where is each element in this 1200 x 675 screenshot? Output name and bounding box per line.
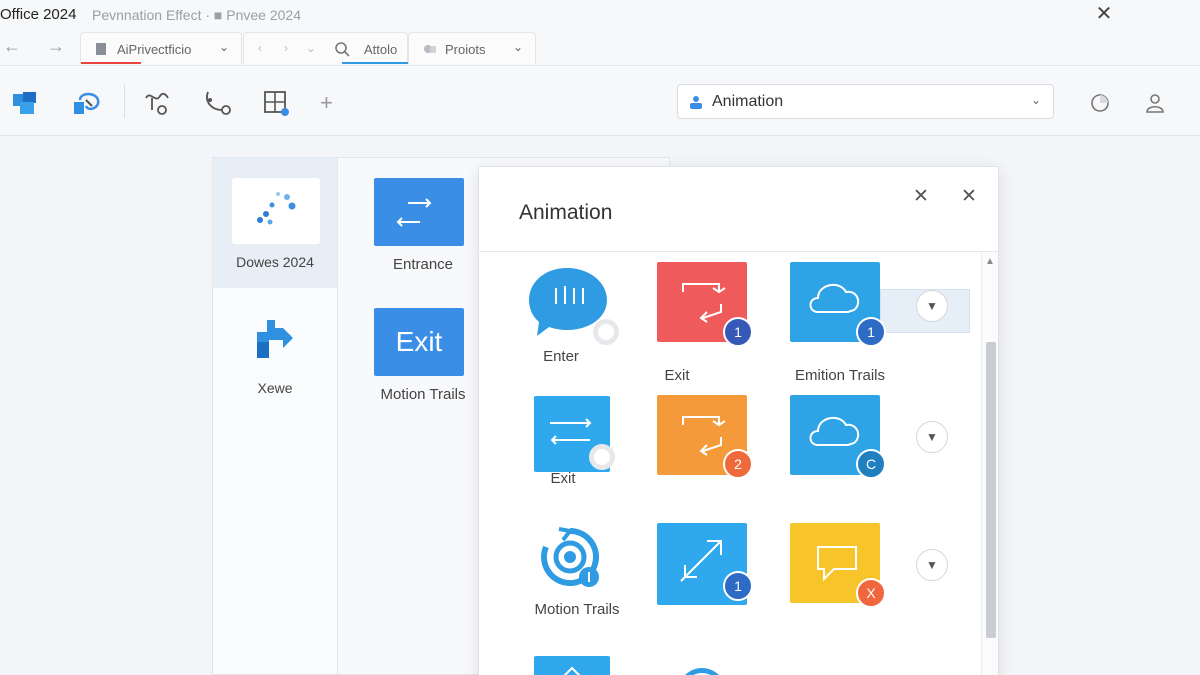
exit-effect-tile[interactable]: Exit	[374, 308, 464, 376]
chevron-right-icon[interactable]: ›	[284, 41, 288, 55]
arrow-right-icon[interactable]: →	[46, 36, 66, 57]
path-icon[interactable]	[142, 88, 172, 118]
tab-document[interactable]: AiPrivectficio ⌄	[80, 32, 242, 64]
target-icon[interactable]	[537, 523, 603, 593]
dialog-scrollbar[interactable]: ▲	[981, 252, 998, 675]
slide-thumbnails-panel: Dowes 2024 Xewe	[212, 157, 338, 675]
scroll-thumb[interactable]	[986, 342, 996, 638]
tab-label: Attolo	[364, 42, 398, 57]
animation-label: Emition Trails	[794, 367, 886, 384]
timer-icon[interactable]	[1089, 92, 1111, 114]
active-tab-indicator	[81, 62, 141, 64]
chevron-down-icon[interactable]: ⌄	[513, 40, 523, 54]
circle-icon[interactable]	[677, 658, 727, 675]
count-badge: 1	[723, 571, 753, 601]
effect-label: Entrance	[392, 256, 454, 273]
shape-arrow-icon	[257, 320, 293, 358]
title-bar: Office 2024 Pevnnation Effect · ■ Pnvee …	[0, 0, 1200, 30]
person-icon	[690, 96, 702, 109]
shape-icon	[424, 45, 436, 53]
animation-tile[interactable]	[534, 656, 610, 675]
close-icon[interactable]: ✕	[911, 187, 931, 207]
expand-row-button[interactable]: ▼	[916, 290, 948, 322]
active-tab-indicator	[342, 62, 408, 64]
tab-projects[interactable]: Proiots ⌄	[408, 32, 536, 64]
ring-badge-icon	[589, 444, 615, 470]
slide-thumbnail-image	[232, 178, 320, 244]
slide-thumbnail-active[interactable]: Dowes 2024	[213, 158, 337, 288]
tab-label: AiPrivectficio	[117, 42, 192, 57]
animation-label: Enter	[543, 348, 579, 365]
close-icon[interactable]: ✕	[959, 187, 979, 207]
count-badge: 1	[856, 317, 886, 347]
expand-row-button[interactable]: ▼	[916, 421, 948, 453]
chevron-down-icon[interactable]: ⌄	[306, 41, 316, 55]
slide-label: Dowes 2024	[236, 254, 314, 270]
toolbar-separator	[124, 84, 125, 118]
animation-select[interactable]: Animation ⌄	[677, 84, 1054, 119]
search-icon	[335, 42, 350, 57]
exit-tile-text: Exit	[395, 326, 443, 357]
add-icon[interactable]: +	[320, 90, 333, 116]
grid-icon[interactable]	[262, 88, 292, 118]
ribbon-toolbar: + Animation ⌄	[0, 66, 1200, 136]
count-badge: C	[856, 449, 886, 479]
navigation-bar: ← → AiPrivectficio ⌄ ‹ › ⌄ Attolo Proiot…	[0, 30, 1200, 66]
tab-search[interactable]: ‹ › ⌄ Attolo	[243, 32, 408, 64]
ring-badge-icon	[593, 319, 619, 345]
chevron-left-icon[interactable]: ‹	[258, 41, 262, 55]
app-title: Office 2024	[0, 6, 77, 23]
count-badge: 1	[723, 317, 753, 347]
count-badge: 2	[723, 449, 753, 479]
arrow-up-icon	[563, 666, 581, 675]
slide-thumbnail[interactable]: Xewe	[213, 288, 337, 418]
count-badge: X	[856, 578, 886, 608]
animation-select-value: Animation	[712, 93, 784, 110]
motion-icon[interactable]	[202, 88, 232, 118]
animation-dialog: Animation ✕ ✕ Enter 1 Exit 1 Emition Tra…	[478, 166, 999, 675]
animation-label: Motion Trails	[534, 601, 620, 618]
layout-icon[interactable]	[10, 88, 40, 118]
expand-row-button[interactable]: ▼	[916, 549, 948, 581]
transition-icon[interactable]	[72, 88, 102, 118]
entrance-effect-tile[interactable]	[374, 178, 464, 246]
document-title: Pevnnation Effect · ■ Pnvee 2024	[92, 7, 302, 23]
chevron-down-icon[interactable]: ⌄	[1031, 93, 1041, 107]
arrows-icon	[396, 198, 432, 227]
animation-label: Exit	[664, 367, 690, 384]
tab-label: Proiots	[445, 42, 486, 57]
document-icon	[96, 43, 106, 55]
dialog-title: Animation	[519, 201, 613, 224]
chevron-down-icon[interactable]: ⌄	[219, 40, 229, 54]
user-icon[interactable]	[1144, 92, 1166, 114]
arrow-left-icon[interactable]: ←	[2, 36, 22, 57]
dots-spinner-icon	[257, 192, 296, 225]
effect-label: Motion Trails	[380, 386, 466, 403]
close-icon[interactable]: ✕	[1094, 4, 1114, 24]
scroll-up-icon[interactable]: ▲	[985, 256, 995, 267]
slide-label: Xewe	[257, 380, 293, 396]
animation-gallery: Enter 1 Exit 1 Emition Trails ▼ Exit 2 C…	[479, 252, 979, 675]
animation-label: Exit	[550, 470, 576, 487]
